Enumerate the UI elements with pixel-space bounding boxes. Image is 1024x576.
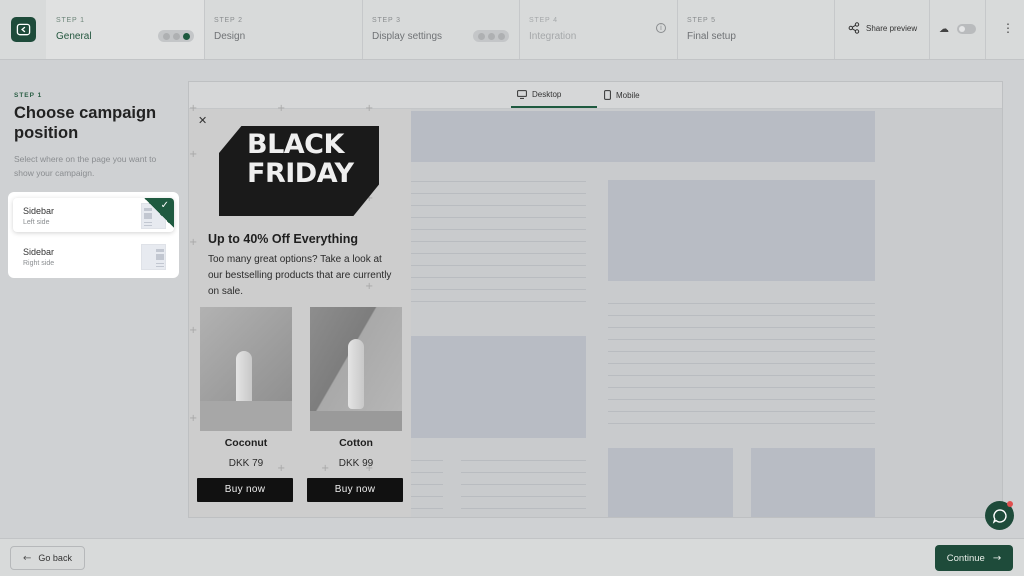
selected-indicator: ✓ — [144, 198, 174, 228]
share-preview-button[interactable]: Share preview — [848, 22, 917, 34]
placeholder-block — [608, 448, 733, 517]
tab-label: Desktop — [532, 90, 562, 99]
arrow-left-icon: ← — [23, 552, 32, 564]
option-subtitle: Right side — [23, 260, 55, 267]
step-number: STEP 4 — [529, 17, 558, 24]
option-title: Sidebar — [23, 206, 55, 216]
website-mockup: + + + + + + + + + + + + + ✕ BLACK FRIDAY… — [189, 103, 1002, 517]
black-friday-banner: BLACK FRIDAY — [219, 126, 379, 216]
banner-line-1: BLACK — [247, 129, 344, 160]
bottom-bar: ← Go back Continue → — [0, 538, 1024, 576]
campaign-sidebar: + + + + + + + + + + + + + ✕ BLACK FRIDAY… — [189, 103, 411, 517]
product-name: Coconut — [224, 437, 268, 449]
info-icon[interactable]: i — [656, 23, 666, 33]
placeholder-block — [411, 336, 586, 438]
chat-icon — [992, 508, 1007, 524]
step-final-setup[interactable]: STEP 5 Final setup — [677, 0, 834, 59]
app-logo[interactable] — [11, 17, 36, 42]
product-price: DKK 79 — [228, 458, 264, 469]
go-back-button[interactable]: ← Go back — [10, 546, 85, 570]
notification-dot — [1007, 501, 1013, 507]
step-general[interactable]: STEP 1 General — [46, 0, 204, 59]
desktop-icon — [517, 90, 527, 99]
step-eyebrow: STEP 1 — [14, 92, 43, 99]
product-price: DKK 99 — [338, 458, 374, 469]
buy-now-button[interactable]: Buy now — [307, 478, 403, 502]
step-label: Integration — [529, 31, 577, 42]
offer-headline: Up to 40% Off Everything — [208, 232, 359, 246]
device-tabs: Desktop Mobile — [189, 82, 1002, 109]
logo-icon — [16, 23, 31, 36]
share-preview-label: Share preview — [866, 23, 918, 33]
step-design[interactable]: STEP 2 Design — [204, 0, 362, 59]
go-back-label: Go back — [38, 553, 72, 563]
step-number: STEP 5 — [687, 17, 716, 24]
placeholder-block — [411, 111, 875, 162]
step-label: Display settings — [372, 31, 443, 42]
step-label: Final setup — [687, 31, 736, 42]
banner-line-2: FRIDAY — [247, 158, 354, 189]
product-name: Cotton — [339, 437, 373, 449]
position-options: Sidebar Left side ✓ Sidebar Right side — [8, 192, 179, 278]
check-icon: ✓ — [160, 200, 169, 211]
tab-desktop[interactable]: Desktop — [517, 90, 561, 99]
product-image-cotton — [310, 307, 402, 431]
tab-mobile[interactable]: Mobile — [604, 90, 640, 100]
sidebar-right-thumbnail — [141, 244, 166, 270]
option-title: Sidebar — [23, 247, 55, 257]
option-subtitle: Left side — [23, 219, 50, 226]
share-icon — [848, 22, 860, 34]
product-image-coconut — [200, 307, 292, 431]
option-sidebar-left[interactable]: Sidebar Left side ✓ — [13, 198, 174, 232]
step-number: STEP 2 — [214, 17, 243, 24]
tab-label: Mobile — [616, 90, 640, 100]
publish-toggle[interactable] — [957, 24, 976, 34]
campaign-preview: Desktop Mobile + + + + + + + + + + + + ✕… — [188, 81, 1003, 518]
continue-label: Continue — [946, 552, 985, 564]
step-progress-indicator — [158, 30, 194, 42]
option-sidebar-right[interactable]: Sidebar Right side — [13, 239, 174, 273]
placeholder-block — [751, 448, 875, 517]
step-number: STEP 1 — [56, 17, 85, 24]
step-progress-indicator — [473, 30, 509, 42]
buy-now-button[interactable]: Buy now — [197, 478, 293, 502]
close-icon[interactable]: ✕ — [198, 114, 207, 127]
page-description: Select where on the page you want to sho… — [14, 154, 157, 178]
mobile-icon — [604, 90, 611, 100]
placeholder-block — [608, 180, 875, 281]
arrow-right-icon: → — [992, 552, 1002, 564]
step-label: General — [56, 31, 92, 42]
step-number: STEP 3 — [372, 17, 401, 24]
cloud-icon: ☁ — [939, 24, 949, 35]
top-bar: STEP 1 General STEP 2 Design STEP 3 Disp… — [0, 0, 1024, 60]
step-label: Design — [214, 31, 246, 42]
offer-body: Too many great options? Take a look at o… — [208, 254, 392, 297]
active-tab-indicator — [511, 106, 597, 108]
page-title: Choose campaign position — [14, 104, 157, 142]
step-integration[interactable]: STEP 4 Integration — [519, 0, 677, 59]
chat-button[interactable] — [985, 501, 1014, 530]
continue-button[interactable]: Continue → — [935, 545, 1013, 571]
step-display-settings[interactable]: STEP 3 Display settings — [362, 0, 519, 59]
more-options-icon[interactable]: ⋮ — [1002, 22, 1014, 34]
